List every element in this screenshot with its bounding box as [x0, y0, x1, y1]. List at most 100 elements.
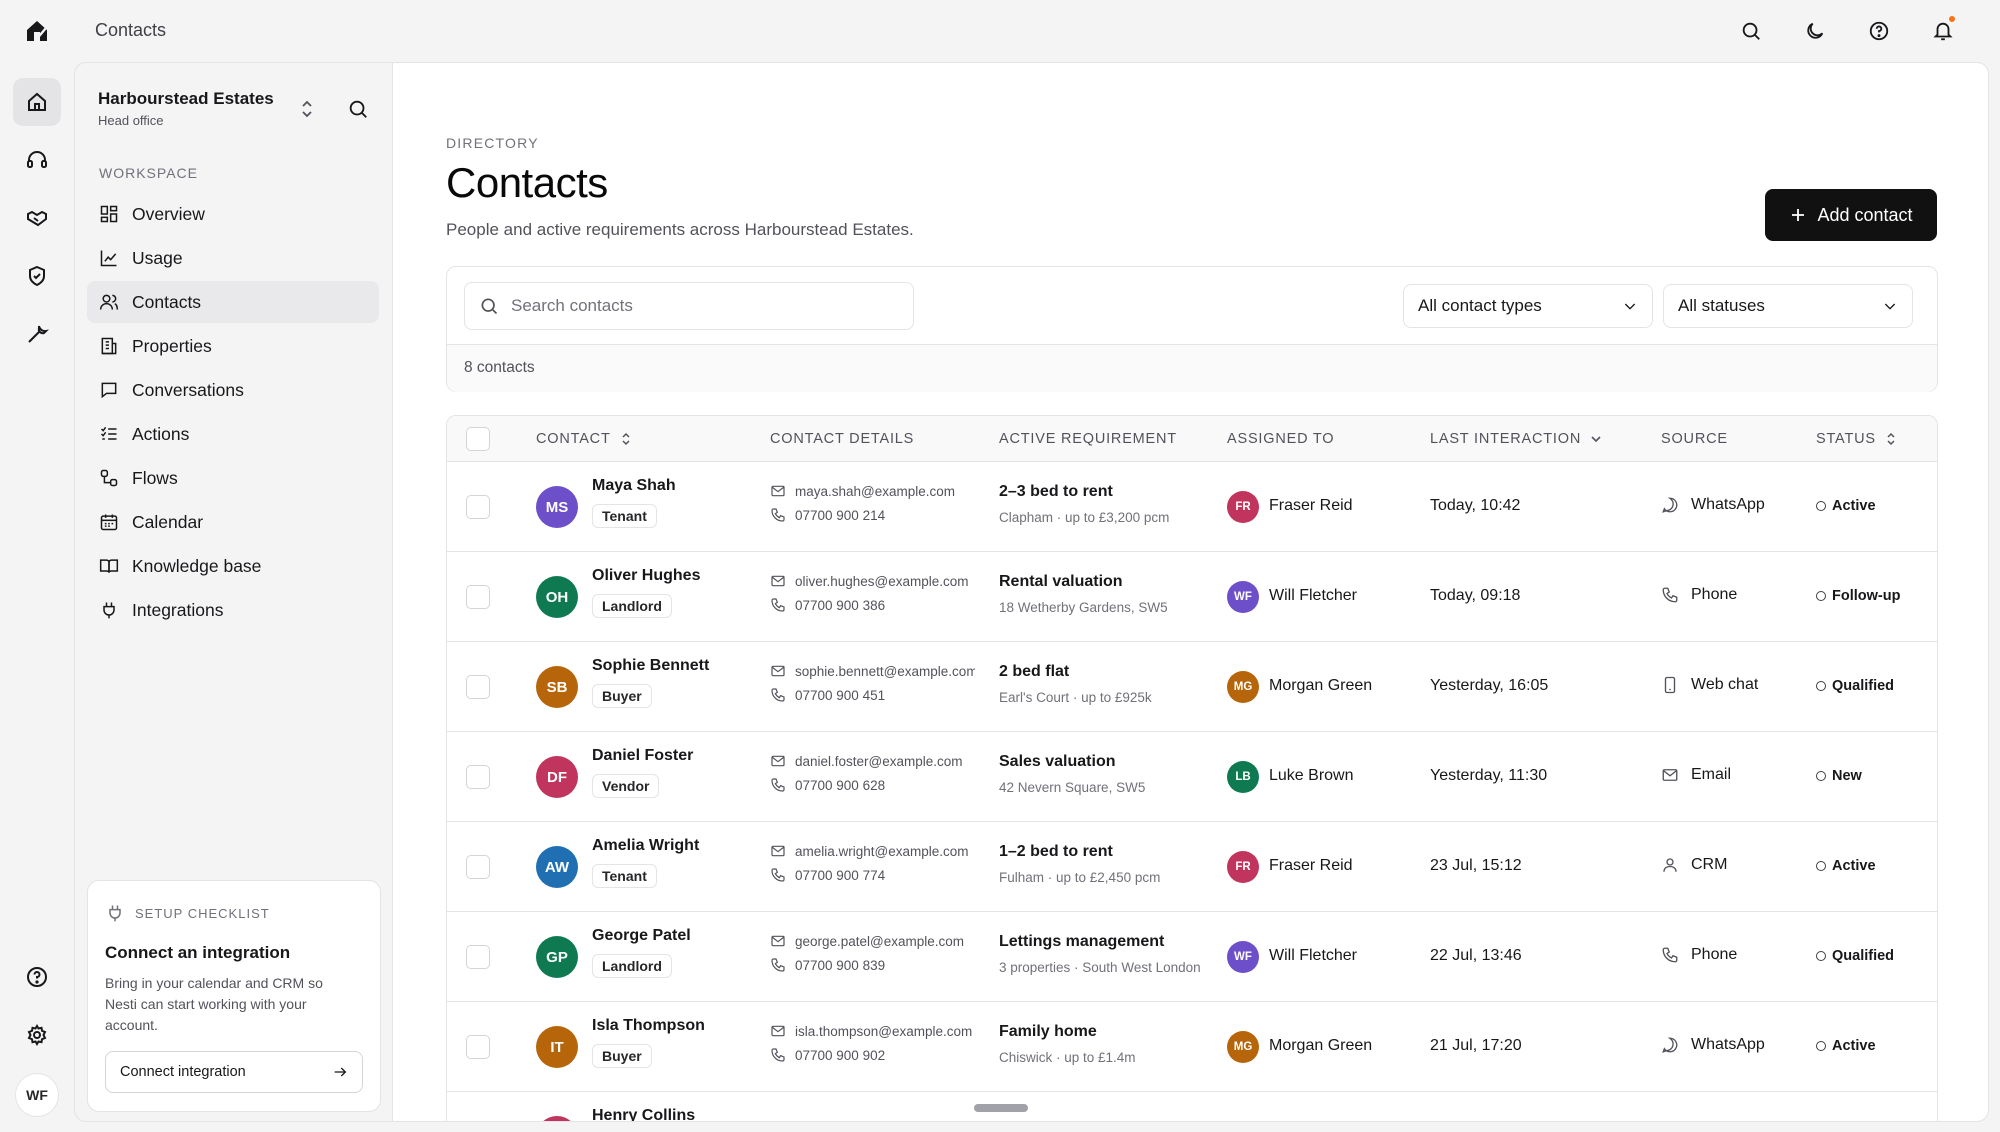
chat-icon: [101, 382, 117, 399]
assigned-agent: Luke Brown: [1269, 767, 1354, 784]
table-row[interactable]: MS Maya Shah Tenant maya.shah@example.com 07…: [447, 462, 1937, 552]
table-row[interactable]: HC Henry Collins: [447, 1092, 1937, 1121]
contact-source: Phone: [1661, 586, 1737, 604]
plus-icon: [1792, 209, 1805, 221]
contact-email[interactable]: sophie.bennett@example.com: [770, 663, 975, 679]
row-checkbox[interactable]: [466, 1035, 490, 1059]
search-input[interactable]: [511, 296, 891, 316]
table-row[interactable]: GP George Patel Landlord george.patel@examp…: [447, 912, 1937, 1002]
sidebar-item-contacts[interactable]: Contacts: [87, 281, 379, 323]
sidebar-item-properties[interactable]: Properties: [87, 325, 379, 367]
search-icon[interactable]: [1734, 14, 1768, 48]
search-icon: [481, 298, 498, 315]
settings-gear-icon[interactable]: [13, 1011, 61, 1059]
contact-email[interactable]: george.patel@example.com: [770, 933, 975, 949]
table-row[interactable]: SB Sophie Bennett Buyer sophie.bennett@exam…: [447, 642, 1937, 732]
contact-phone[interactable]: 07700 900 451: [770, 687, 975, 703]
row-checkbox[interactable]: [466, 765, 490, 789]
sidebar-item-label: Usage: [132, 247, 183, 268]
contact-email[interactable]: maya.shah@example.com: [770, 483, 975, 499]
column-header-active-requirement: ACTIVE REQUIREMENT: [999, 431, 1177, 447]
column-header-status[interactable]: STATUS: [1816, 431, 1898, 447]
app-logo[interactable]: [24, 18, 50, 44]
select-all-checkbox[interactable]: [466, 427, 490, 451]
contact-type-badge: Tenant: [592, 864, 657, 888]
sidebar-item-knowledge-base[interactable]: Knowledge base: [87, 545, 379, 587]
contact-type-badge: Vendor: [592, 774, 660, 798]
row-checkbox[interactable]: [466, 675, 490, 699]
contact-type-select[interactable]: All contact types: [1403, 284, 1653, 328]
table-row[interactable]: OH Oliver Hughes Landlord oliver.hughes@exa…: [447, 552, 1937, 642]
row-checkbox[interactable]: [466, 945, 490, 969]
org-subtitle: Head office: [98, 113, 164, 128]
contact-name[interactable]: Amelia Wright: [592, 837, 699, 855]
status-ring-icon: [1816, 1041, 1826, 1051]
checklist-label: SETUP CHECKLIST: [135, 905, 270, 921]
table-row[interactable]: DF Daniel Foster Vendor daniel.foster@examp…: [447, 732, 1937, 822]
contact-avatar: GP: [536, 936, 578, 978]
contact-phone[interactable]: 07700 900 386: [770, 597, 975, 613]
home-icon[interactable]: [13, 78, 61, 126]
table-row[interactable]: IT Isla Thompson Buyer isla.thompson@exampl…: [447, 1002, 1937, 1092]
sidebar-item-calendar[interactable]: Calendar: [87, 501, 379, 543]
bell-icon[interactable]: [1926, 14, 1960, 48]
sidebar-item-label: Flows: [132, 467, 178, 488]
headset-icon[interactable]: [13, 136, 61, 184]
column-header-last-interaction[interactable]: LAST INTERACTION: [1430, 431, 1603, 447]
connect-integration-button[interactable]: Connect integration: [105, 1051, 363, 1093]
contact-name[interactable]: Sophie Bennett: [592, 657, 709, 675]
contact-name[interactable]: Henry Collins: [592, 1107, 695, 1121]
shield-check-icon[interactable]: [13, 252, 61, 300]
scroll-handle[interactable]: [974, 1104, 1028, 1112]
sidebar-item-actions[interactable]: Actions: [87, 413, 379, 455]
requirement-title: Sales valuation: [999, 753, 1116, 770]
topbar-title: Contacts: [95, 20, 167, 40]
column-header-source: SOURCE: [1661, 431, 1728, 447]
last-interaction: Today, 10:42: [1430, 497, 1521, 514]
sidebar-item-conversations[interactable]: Conversations: [87, 369, 379, 411]
contact-email[interactable]: amelia.wright@example.com: [770, 843, 975, 859]
sidebar-item-usage[interactable]: Usage: [87, 237, 379, 279]
phone-icon: [1661, 946, 1679, 964]
contact-phone[interactable]: 07700 900 839: [770, 957, 975, 973]
contact-phone[interactable]: 07700 900 774: [770, 867, 975, 883]
contact-name[interactable]: Isla Thompson: [592, 1017, 705, 1035]
assigned-agent: Will Fletcher: [1269, 947, 1358, 964]
user-avatar[interactable]: WF: [15, 1073, 59, 1117]
main-content: DIRECTORY Contacts People and active req…: [392, 62, 1989, 1122]
chevron-down-icon: [1624, 303, 1636, 310]
wrench-icon[interactable]: [13, 310, 61, 358]
sidebar-item-overview[interactable]: Overview: [87, 193, 379, 235]
contact-email[interactable]: daniel.foster@example.com: [770, 753, 975, 769]
help-circle-icon[interactable]: [13, 953, 61, 1001]
help-icon[interactable]: [1862, 14, 1896, 48]
row-checkbox[interactable]: [466, 495, 490, 519]
sidebar-item-integrations[interactable]: Integrations: [87, 589, 379, 631]
handshake-icon[interactable]: [13, 194, 61, 242]
row-checkbox[interactable]: [466, 855, 490, 879]
contact-phone[interactable]: 07700 900 902: [770, 1047, 975, 1063]
moon-icon[interactable]: [1798, 14, 1832, 48]
add-contact-label: Add contact: [1817, 204, 1913, 225]
row-checkbox[interactable]: [466, 585, 490, 609]
page-eyebrow: DIRECTORY: [446, 135, 539, 151]
contact-name[interactable]: Maya Shah: [592, 477, 676, 495]
contact-email[interactable]: isla.thompson@example.com: [770, 1023, 975, 1039]
contact-phone[interactable]: 07700 900 628: [770, 777, 975, 793]
column-header-contact[interactable]: CONTACT: [536, 431, 633, 447]
contact-phone[interactable]: 07700 900 214: [770, 507, 975, 523]
contact-name[interactable]: Oliver Hughes: [592, 567, 700, 585]
add-contact-button[interactable]: Add contact: [1765, 189, 1937, 241]
status-badge: Active: [1816, 858, 1876, 874]
search-field[interactable]: [464, 282, 914, 330]
status-select[interactable]: All statuses: [1663, 284, 1913, 328]
mail-icon: [770, 573, 786, 589]
org-switcher-chevrons-icon[interactable]: [295, 97, 319, 121]
contact-name[interactable]: George Patel: [592, 927, 691, 945]
requirement-title: Lettings management: [999, 933, 1165, 950]
sidebar-search-icon[interactable]: [343, 94, 373, 124]
table-row[interactable]: AW Amelia Wright Tenant amelia.wright@examp…: [447, 822, 1937, 912]
contact-name[interactable]: Daniel Foster: [592, 747, 693, 765]
sidebar-item-flows[interactable]: Flows: [87, 457, 379, 499]
contact-email[interactable]: oliver.hughes@example.com: [770, 573, 975, 589]
